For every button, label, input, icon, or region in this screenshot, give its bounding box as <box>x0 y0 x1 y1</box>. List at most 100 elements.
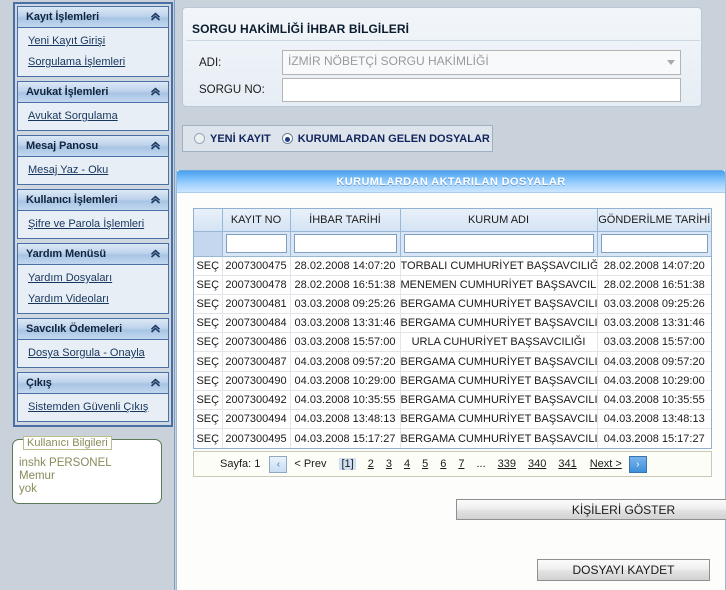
show-persons-button[interactable]: KİŞİLERİ GÖSTER <box>456 499 726 520</box>
select-cell[interactable]: SEÇ <box>194 428 223 448</box>
radio-yeni-kayit-label[interactable]: YENİ KAYIT <box>210 133 271 145</box>
menu-group-3: Mesaj Panosu Mesaj Yaz - Oku <box>17 135 169 185</box>
adi-dropdown[interactable]: İZMİR NÖBETÇİ SORGU HAKİMLİĞİ <box>282 50 681 75</box>
chevron-right-icon[interactable]: › <box>628 455 647 473</box>
page-link-5[interactable]: 5 <box>422 458 428 470</box>
kayit-no-cell: 2007300487 <box>222 351 291 372</box>
col-kurum-adi[interactable]: KURUM ADI <box>400 209 598 232</box>
panel-title: SORGU HAKİMLİĞİ İHBAR BİLGİLERİ <box>192 22 410 36</box>
table-row[interactable]: SEÇ 2007300492 04.03.2008 10:35:55 BERGAMA … <box>194 390 711 411</box>
user-info-legend: Kullanıcı Bilgileri <box>23 436 112 450</box>
page-link-341[interactable]: 341 <box>558 458 576 470</box>
adi-label: ADI: <box>199 57 222 69</box>
sorgu-no-input[interactable] <box>282 78 681 102</box>
table-row[interactable]: SEÇ 2007300495 04.03.2008 15:17:27 BERGAMA … <box>194 428 711 448</box>
menu-group-body: Yeni Kayıt Girişi Sorgulama İşlemleri <box>18 28 168 76</box>
kurum-adi-cell: BERGAMA CUMHURİYET BAŞSAVCILIĞI <box>400 371 598 391</box>
menu-link[interactable]: Yeni Kayıt Girişi <box>18 33 168 49</box>
table-row[interactable]: SEÇ 2007300478 28.02.2008 16:51:38 MENEMEN … <box>194 275 711 295</box>
files-grid: KAYIT NO İHBAR TARİHİ KURUM ADI GÖNDERİL… <box>194 209 711 448</box>
menu-group-header[interactable]: Yardım Menüsü <box>18 244 168 265</box>
col-select[interactable] <box>194 209 223 232</box>
filter-input-kurum-adi[interactable] <box>403 234 594 253</box>
chevron-left-icon[interactable]: ‹ <box>269 455 288 473</box>
kayit-no-cell: 2007300475 <box>222 256 291 276</box>
page-link-7[interactable]: 7 <box>458 458 464 470</box>
menu-group-header[interactable]: Avukat İşlemleri <box>18 82 168 103</box>
chevron-down-icon <box>667 60 675 65</box>
select-cell[interactable]: SEÇ <box>194 351 223 372</box>
menu-group-header[interactable]: Kayıt İşlemleri <box>18 7 168 28</box>
menu-link[interactable]: Yardım Videoları <box>18 291 168 307</box>
filter-cell-ihbar-tarihi <box>290 231 401 257</box>
filter-cell-kayit-no <box>222 231 291 257</box>
select-cell[interactable]: SEÇ <box>194 409 223 430</box>
next-page-link[interactable]: Next > <box>590 458 622 470</box>
kayit-no-cell: 2007300478 <box>222 275 291 295</box>
filter-input-ihbar-tarihi[interactable] <box>293 234 397 253</box>
kayit-no-cell: 2007300494 <box>222 409 291 430</box>
page-link-6[interactable]: 6 <box>440 458 446 470</box>
ihbar-tarihi-cell: 28.02.2008 16:51:38 <box>290 275 401 295</box>
select-cell[interactable]: SEÇ <box>194 313 223 334</box>
menu-group-body: Mesaj Yaz - Oku <box>18 157 168 184</box>
menu-group-body: Yardım Dosyaları Yardım Videoları <box>18 265 168 313</box>
page-link-340[interactable]: 340 <box>528 458 546 470</box>
chevron-double-up-icon <box>149 193 163 207</box>
menu-link[interactable]: Yardım Dosyaları <box>18 270 168 286</box>
table-row[interactable]: SEÇ 2007300475 28.02.2008 14:07:20 TORBALI … <box>194 256 711 276</box>
panel-divider <box>186 40 700 41</box>
col-ihbar-tarihi[interactable]: İHBAR TARİHİ <box>290 209 401 232</box>
menu-group-4: Kullanıcı İşlemleri Şifre ve Parola İşlem… <box>17 189 169 239</box>
select-cell[interactable]: SEÇ <box>194 294 223 315</box>
page-link-4[interactable]: 4 <box>404 458 410 470</box>
table-row[interactable]: SEÇ 2007300490 04.03.2008 10:29:00 BERGAMA … <box>194 371 711 391</box>
menu-link[interactable]: Avukat Sorgulama <box>18 108 168 124</box>
radio-yeni-kayit[interactable] <box>194 133 205 144</box>
table-row[interactable]: SEÇ 2007300486 03.03.2008 15:57:00 URLA CUH… <box>194 332 711 353</box>
select-cell[interactable]: SEÇ <box>194 332 223 353</box>
kurum-adi-cell: BERGAMA CUMHURİYET BAŞSAVCILIĞI <box>400 313 598 334</box>
col-gonderilme-tarihi[interactable]: GÖNDERİLME TARİHİ <box>597 209 711 232</box>
sorgu-no-label: SORGU NO: <box>199 84 265 96</box>
adi-selected-value: İZMİR NÖBETÇİ SORGU HAKİMLİĞİ <box>288 54 489 68</box>
select-cell[interactable]: SEÇ <box>194 390 223 411</box>
col-kayit-no[interactable]: KAYIT NO <box>222 209 291 232</box>
table-row[interactable]: SEÇ 2007300494 04.03.2008 13:48:13 BERGAMA … <box>194 409 711 430</box>
menu-link[interactable]: Şifre ve Parola İşlemleri <box>18 216 168 232</box>
menu-link[interactable]: Mesaj Yaz - Oku <box>18 162 168 178</box>
table-row[interactable]: SEÇ 2007300487 04.03.2008 09:57:20 BERGAMA … <box>194 351 711 372</box>
page-link-2[interactable]: 2 <box>368 458 374 470</box>
filter-input-gonderilme-tarihi[interactable] <box>600 234 708 253</box>
chevron-double-up-icon <box>149 376 163 390</box>
user-extra: yok <box>19 483 37 495</box>
prev-page-link[interactable]: < Prev <box>294 458 326 470</box>
page-link-339[interactable]: 339 <box>498 458 516 470</box>
menu-link[interactable]: Sorgulama İşlemleri <box>18 54 168 70</box>
menu-group-header[interactable]: Savcılık Ödemeleri <box>18 319 168 340</box>
menu-group-header[interactable]: Çıkış <box>18 373 168 394</box>
filter-cell-select <box>194 231 223 257</box>
filter-input-kayit-no[interactable] <box>225 234 287 253</box>
kayit-no-cell: 2007300492 <box>222 390 291 411</box>
user-role: Memur <box>19 470 55 482</box>
gonderilme-tarihi-cell: 04.03.2008 10:29:00 <box>597 371 711 391</box>
select-cell[interactable]: SEÇ <box>194 256 223 276</box>
grid-filter-row <box>194 231 711 257</box>
select-cell[interactable]: SEÇ <box>194 275 223 295</box>
menu-link[interactable]: Dosya Sorgula - Onayla <box>18 345 168 361</box>
radio-kurumlardan-gelen[interactable] <box>281 133 293 144</box>
menu-group-header[interactable]: Mesaj Panosu <box>18 136 168 157</box>
radio-kurumlardan-gelen-label[interactable]: KURUMLARDAN GELEN DOSYALAR <box>298 133 490 145</box>
save-file-button[interactable]: DOSYAYI KAYDET <box>537 559 710 581</box>
table-row[interactable]: SEÇ 2007300484 03.03.2008 13:31:46 BERGAMA … <box>194 313 711 334</box>
menu-link[interactable]: Sistemden Güvenli Çıkış <box>18 399 168 415</box>
gonderilme-tarihi-cell: 28.02.2008 14:07:20 <box>597 256 711 276</box>
sorgu-no-field-row: SORGU NO: <box>183 78 701 104</box>
menu-group-5: Yardım Menüsü Yardım Dosyaları Yardım Vide… <box>17 243 169 314</box>
menu-group-header[interactable]: Kullanıcı İşlemleri <box>18 190 168 211</box>
select-cell[interactable]: SEÇ <box>194 371 223 391</box>
table-row[interactable]: SEÇ 2007300481 03.03.2008 09:25:26 BERGAMA … <box>194 294 711 315</box>
gonderilme-tarihi-cell: 04.03.2008 13:48:13 <box>597 409 711 430</box>
page-link-3[interactable]: 3 <box>386 458 392 470</box>
